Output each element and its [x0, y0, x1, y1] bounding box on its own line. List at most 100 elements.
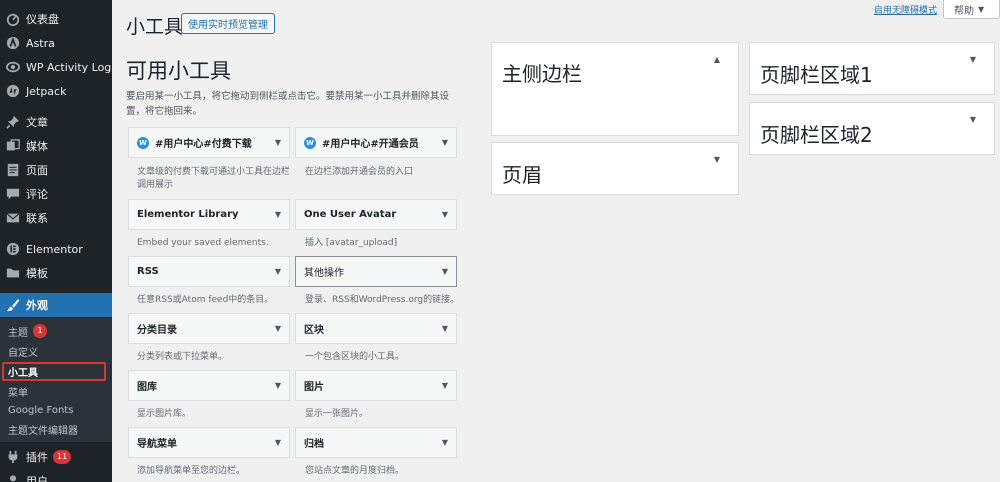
widget-description: 您站点文章的月度归档。: [305, 466, 405, 476]
widget-area-header[interactable]: 页眉 ▼: [491, 142, 739, 195]
sidebar-item-astra[interactable]: Astra: [0, 32, 112, 54]
submenu-item-google-fonts[interactable]: Google Fonts: [8, 401, 106, 419]
widget-paid-download[interactable]: W #用户中心#付费下载 ▼: [128, 127, 290, 158]
chevron-down-icon[interactable]: ▼: [442, 438, 448, 447]
chevron-down-icon[interactable]: ▼: [442, 138, 448, 147]
sidebar-item-label: Jetpack: [26, 84, 67, 98]
widget-title: #用户中心#开通会员: [322, 139, 419, 150]
widget-area-footer-2[interactable]: 页脚栏区域2 ▼: [749, 102, 995, 155]
manage-with-live-preview-button[interactable]: 使用实时预览管理: [181, 13, 275, 34]
sidebar-item-comments[interactable]: 评论: [0, 183, 112, 205]
widget-description: 一个包含区块的小工具。: [305, 352, 405, 362]
submenu-item-theme-file-editor[interactable]: 主题文件编辑器: [8, 420, 106, 438]
sidebar-item-label: 仪表盘: [26, 13, 59, 26]
chevron-down-icon[interactable]: ▼: [275, 438, 281, 447]
sidebar-item-label: 文章: [26, 116, 48, 129]
widget-area-title: 页眉: [502, 163, 542, 187]
chevron-down-icon[interactable]: ▼: [970, 115, 976, 124]
chevron-down-icon[interactable]: ▼: [275, 324, 281, 333]
sidebar-item-media[interactable]: 媒体: [0, 135, 112, 157]
widget-gallery[interactable]: 图库 ▼: [128, 370, 290, 401]
chevron-down-icon: ▼: [978, 4, 985, 14]
chevron-down-icon[interactable]: ▼: [442, 267, 448, 276]
widget-description: 显示一张图片。: [305, 409, 369, 419]
widget-title: Elementor Library: [137, 209, 239, 220]
sidebar-item-label: 联系: [26, 212, 48, 225]
sidebar-item-label: 用户: [26, 475, 48, 482]
widget-categories[interactable]: 分类目录 ▼: [128, 313, 290, 344]
widget-title: 图片: [304, 382, 324, 393]
enable-accessibility-mode-link[interactable]: 启用无障碍模式: [874, 3, 937, 16]
submenu-item-label: 主题: [8, 327, 28, 339]
sidebar-item-users[interactable]: 用户: [0, 470, 112, 482]
dashboard-icon: [6, 12, 20, 26]
widget-title: 归档: [304, 439, 324, 450]
wp-plugin-icon: W: [304, 136, 316, 149]
widget-description: 分类列表或下拉菜单。: [137, 352, 228, 362]
mail-icon: [6, 211, 20, 225]
widget-rss[interactable]: RSS ▼: [128, 256, 290, 287]
chevron-up-icon[interactable]: ▲: [714, 55, 720, 64]
chevron-down-icon[interactable]: ▼: [442, 210, 448, 219]
widget-area-title: 页脚栏区域1: [760, 63, 873, 87]
sidebar-item-templates[interactable]: 模板: [0, 262, 112, 284]
sidebar-item-label: 评论: [26, 188, 48, 201]
submenu-item-label: 菜单: [8, 387, 28, 399]
available-widgets-description: 要启用某一小工具，将它拖动到侧栏或点击它。要禁用某一小工具并删除其设置，将它拖回…: [126, 91, 450, 117]
widget-elementor-library[interactable]: Elementor Library ▼: [128, 199, 290, 230]
chevron-down-icon[interactable]: ▼: [970, 55, 976, 64]
widget-title: 其他操作: [304, 268, 344, 279]
widget-title: 区块: [304, 325, 324, 336]
widget-area-main-sidebar[interactable]: 主侧边栏 ▲: [491, 42, 739, 136]
chevron-down-icon[interactable]: ▼: [714, 155, 720, 164]
widget-description: 任意RSS或Atom feed中的条目。: [137, 295, 274, 305]
chevron-down-icon[interactable]: ▼: [275, 267, 281, 276]
sidebar-item-elementor[interactable]: Elementor: [0, 238, 112, 260]
help-tab-button[interactable]: 帮助 ▼: [943, 0, 1000, 19]
sidebar-item-wp-activity-log[interactable]: WP Activity Log: [0, 56, 112, 78]
chevron-down-icon[interactable]: ▼: [442, 324, 448, 333]
pushpin-icon: [6, 115, 20, 129]
jetpack-icon: [6, 84, 20, 98]
submenu-item-label: 自定义: [8, 347, 38, 359]
sidebar-item-label: 插件: [26, 451, 48, 464]
sidebar-item-pages[interactable]: 页面: [0, 159, 112, 181]
sidebar-item-posts[interactable]: 文章: [0, 111, 112, 133]
chevron-down-icon[interactable]: ▼: [442, 381, 448, 390]
widget-description: 文章级的付费下载可通过小工具在边栏调用展示: [137, 167, 291, 190]
widget-description: Embed your saved elements.: [137, 238, 269, 248]
widget-image[interactable]: 图片 ▼: [295, 370, 457, 401]
widget-archives[interactable]: 归档 ▼: [295, 427, 457, 458]
sidebar-item-dashboard[interactable]: 仪表盘: [0, 8, 112, 30]
widget-title: One User Avatar: [304, 209, 397, 220]
sidebar-item-jetpack[interactable]: Jetpack: [0, 80, 112, 102]
widget-title: 图库: [137, 382, 157, 393]
submenu-item-menus[interactable]: 菜单: [8, 382, 106, 400]
widget-one-user-avatar[interactable]: One User Avatar ▼: [295, 199, 457, 230]
sidebar-item-label: WP Activity Log: [26, 60, 112, 74]
user-icon: [6, 474, 20, 482]
media-icon: [6, 139, 20, 153]
elementor-icon: [6, 242, 20, 256]
page-icon: [6, 163, 20, 177]
sidebar-item-appearance[interactable]: 外观: [0, 293, 112, 317]
sidebar-item-contact[interactable]: 联系: [0, 207, 112, 229]
widget-description: 插入 [avatar_upload]: [305, 238, 398, 248]
submenu-item-customize[interactable]: 自定义: [8, 342, 106, 360]
widget-block[interactable]: 区块 ▼: [295, 313, 457, 344]
submenu-item-themes[interactable]: 主题 1: [8, 322, 106, 340]
widget-meta[interactable]: 其他操作 ▼: [295, 256, 457, 287]
chevron-down-icon[interactable]: ▼: [275, 381, 281, 390]
chevron-down-icon[interactable]: ▼: [275, 138, 281, 147]
update-count-badge: 1: [33, 324, 47, 338]
widget-area-title: 页脚栏区域2: [760, 123, 873, 147]
widget-area-footer-1[interactable]: 页脚栏区域1 ▼: [749, 42, 995, 95]
widget-description: 显示图片库。: [137, 409, 192, 419]
widget-navigation-menu[interactable]: 导航菜单 ▼: [128, 427, 290, 458]
page-title: 小工具: [126, 16, 184, 38]
sidebar-item-plugins[interactable]: 插件 11: [0, 446, 112, 468]
chevron-down-icon[interactable]: ▼: [275, 210, 281, 219]
wp-plugin-icon: W: [137, 136, 149, 149]
widget-membership[interactable]: W #用户中心#开通会员 ▼: [295, 127, 457, 158]
widget-title: 分类目录: [137, 325, 177, 336]
